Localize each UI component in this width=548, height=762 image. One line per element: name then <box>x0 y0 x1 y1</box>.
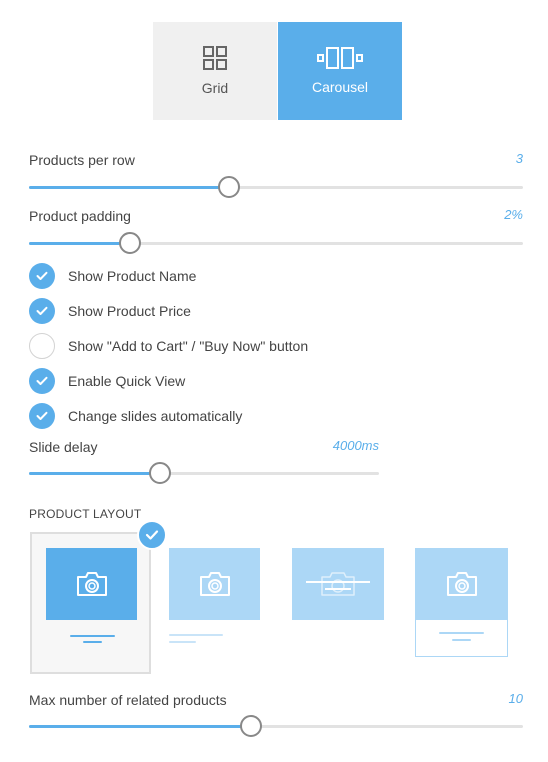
layout-image <box>169 548 260 620</box>
product-padding-control: Product padding 2% <box>29 207 523 254</box>
slider-thumb[interactable] <box>149 462 172 484</box>
show-product-price-label: Show Product Price <box>68 303 191 319</box>
title-line <box>70 635 115 637</box>
carousel-view-label: Carousel <box>311 79 369 95</box>
title-line <box>439 632 484 634</box>
carousel-icon <box>317 47 363 69</box>
slider-thumb[interactable] <box>119 232 142 254</box>
products-per-row-label: Products per row <box>29 152 135 168</box>
layout-option-4[interactable] <box>415 548 508 657</box>
layout-option-2[interactable] <box>169 548 260 648</box>
layout-image <box>292 548 384 620</box>
checkbox-circle[interactable] <box>29 333 55 359</box>
change-slides-automatically-checkbox[interactable]: Change slides automatically <box>29 402 242 430</box>
view-toggle: Grid Carousel <box>153 22 402 120</box>
product-layout-title: PRODUCT LAYOUT <box>29 507 142 521</box>
layout-option-3[interactable] <box>292 548 384 620</box>
layout-image <box>46 548 137 620</box>
checkbox-circle[interactable] <box>29 263 55 289</box>
slider-fill <box>29 186 230 189</box>
max-related-products-slider[interactable] <box>29 715 523 737</box>
checkmark-icon <box>36 376 48 385</box>
show-product-price-checkbox[interactable]: Show Product Price <box>29 297 191 325</box>
show-product-name-checkbox[interactable]: Show Product Name <box>29 262 196 290</box>
camera-icon <box>76 572 107 596</box>
grid-view-label: Grid <box>201 80 229 96</box>
slider-thumb[interactable] <box>240 715 263 737</box>
layout-option-1[interactable] <box>30 532 151 674</box>
product-padding-slider[interactable] <box>29 232 523 254</box>
camera-icon <box>199 572 230 596</box>
checkbox-circle[interactable] <box>29 368 55 394</box>
slider-fill <box>29 472 161 475</box>
grid-view-button[interactable]: Grid <box>153 22 277 120</box>
grid-icon <box>203 46 227 70</box>
carousel-view-button[interactable]: Carousel <box>278 22 402 120</box>
slide-delay-control: Slide delay 4000ms <box>29 438 379 485</box>
change-slides-automatically-label: Change slides automatically <box>68 408 243 424</box>
selected-checkmark-icon <box>137 520 167 550</box>
enable-quick-view-label: Enable Quick View <box>68 373 186 389</box>
slider-fill <box>29 242 131 245</box>
max-related-products-value: 10 <box>508 691 523 706</box>
products-per-row-value: 3 <box>515 151 523 166</box>
max-related-products-control: Max number of related products 10 <box>29 691 523 738</box>
max-related-products-label: Max number of related products <box>29 692 227 708</box>
slider-fill <box>29 725 252 728</box>
checkbox-circle[interactable] <box>29 403 55 429</box>
show-add-to-cart-label: Show "Add to Cart" / "Buy Now" button <box>68 338 309 354</box>
camera-icon <box>446 572 477 596</box>
price-line <box>169 641 196 643</box>
checkmark-icon <box>36 271 48 280</box>
camera-icon <box>306 572 370 596</box>
enable-quick-view-checkbox[interactable]: Enable Quick View <box>29 367 185 395</box>
layout-image <box>415 548 508 620</box>
checkbox-circle[interactable] <box>29 298 55 324</box>
products-per-row-control: Products per row 3 <box>29 151 523 198</box>
slider-thumb[interactable] <box>218 176 241 198</box>
price-line <box>452 639 471 641</box>
slide-delay-label: Slide delay <box>29 439 98 455</box>
price-line <box>83 641 102 643</box>
product-padding-value: 2% <box>504 207 523 222</box>
slide-delay-slider[interactable] <box>29 462 379 484</box>
show-add-to-cart-checkbox[interactable]: Show "Add to Cart" / "Buy Now" button <box>29 332 308 360</box>
title-line <box>169 634 223 636</box>
products-per-row-slider[interactable] <box>29 176 523 198</box>
product-padding-label: Product padding <box>29 208 131 224</box>
checkmark-icon <box>36 306 48 315</box>
show-product-name-label: Show Product Name <box>68 268 197 284</box>
slide-delay-value: 4000ms <box>332 438 379 453</box>
checkmark-icon <box>36 411 48 420</box>
